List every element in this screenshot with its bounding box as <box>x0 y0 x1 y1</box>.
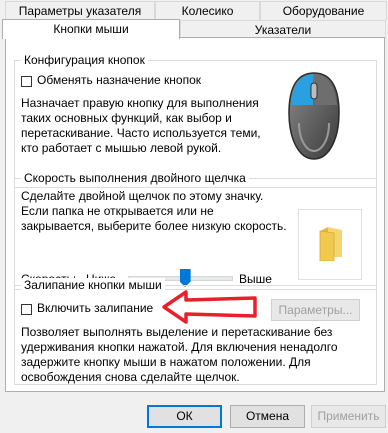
apply-button[interactable]: Применить <box>311 405 386 428</box>
tab-buttons[interactable]: Кнопки мыши <box>2 19 180 39</box>
tab-wheel[interactable]: Колесико <box>155 1 260 20</box>
click-lock-checkbox[interactable] <box>21 304 32 315</box>
double-click-legend: Скорость выполнения двойного щелчка <box>21 171 249 185</box>
swap-buttons-checkbox[interactable] <box>21 76 32 87</box>
tab-pointers[interactable]: Указатели <box>180 20 386 38</box>
annotation-arrow-icon <box>162 290 257 324</box>
button-config-description: Назначает правую кнопку для выполнения т… <box>21 96 261 155</box>
button-config-legend: Конфигурация кнопок <box>21 53 148 67</box>
test-folder-box[interactable] <box>298 209 362 280</box>
double-click-group: Скорость выполнения двойного щелчка Сдел… <box>14 171 377 290</box>
tab-panel: Конфигурация кнопок Обменять назначение … <box>5 37 385 392</box>
ok-button[interactable]: ОК <box>147 405 222 428</box>
click-lock-legend: Залипание кнопки мыши <box>21 278 165 292</box>
click-lock-description: Позволяет выполнять выделение и перетаск… <box>21 325 338 384</box>
click-lock-label[interactable]: Включить залипание <box>37 301 153 316</box>
tab-hardware[interactable]: Оборудование <box>260 1 387 20</box>
mouse-icon <box>288 72 340 160</box>
button-config-group: Конфигурация кнопок Обменять назначение … <box>14 53 377 188</box>
click-lock-settings-button[interactable]: Параметры... <box>271 299 360 321</box>
swap-buttons-label[interactable]: Обменять назначение кнопок <box>37 73 201 88</box>
tab-pointer-options[interactable]: Параметры указателя <box>5 1 155 20</box>
cancel-button[interactable]: Отмена <box>230 405 305 428</box>
double-click-description: Сделайте двойной щелчок по этому значку.… <box>21 189 287 233</box>
folder-icon <box>319 227 342 261</box>
